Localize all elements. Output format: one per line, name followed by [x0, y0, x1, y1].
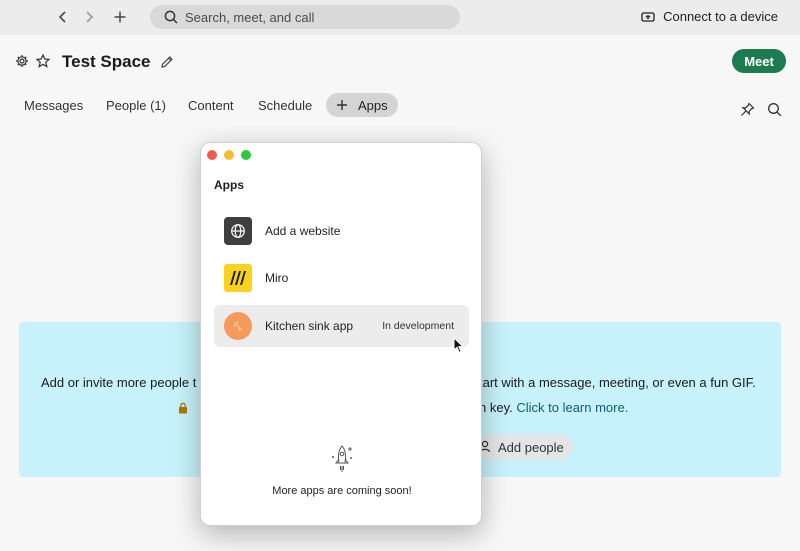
meet-button[interactable]: Meet	[732, 49, 786, 73]
tab-people[interactable]: People (1)	[106, 98, 166, 113]
app-item-label: Kitchen sink app	[265, 319, 354, 333]
banner-secure-text: n key. Click to learn more.	[479, 400, 628, 415]
add-people-button[interactable]: Add people	[472, 434, 573, 460]
search-bar[interactable]	[150, 5, 460, 29]
add-people-label: Add people	[498, 439, 564, 455]
banner-text-left: Add or invite more people t	[41, 375, 197, 390]
status-badge: In development	[382, 320, 454, 332]
connect-label: Connect to a device	[663, 9, 778, 24]
plus-icon	[337, 100, 347, 110]
search-icon	[164, 10, 178, 24]
kitchen-sink-icon	[224, 312, 252, 340]
pin-icon[interactable]	[740, 102, 755, 117]
lock-icon	[177, 401, 189, 414]
apps-popup-window: Apps Add a website Miro Kitchen sink app…	[200, 142, 482, 526]
app-item-miro[interactable]: Miro	[214, 257, 469, 299]
app-item-label: Add a website	[265, 224, 341, 238]
app-item-label: Miro	[265, 271, 289, 285]
banner-text-right: tart with a message, meeting, or even a …	[479, 375, 756, 390]
maximize-window-button[interactable]	[241, 150, 251, 160]
tab-apps-label: Apps	[358, 97, 388, 113]
minimize-window-button[interactable]	[224, 150, 234, 160]
coming-soon-text: More apps are coming soon!	[272, 485, 412, 497]
back-arrow-icon[interactable]	[54, 8, 72, 26]
title-bar: Connect to a device	[0, 0, 800, 35]
close-window-button[interactable]	[207, 150, 217, 160]
app-item-kitchen-sink[interactable]: Kitchen sink app In development	[214, 305, 469, 347]
page-title: Test Space	[62, 52, 151, 71]
miro-logo-icon	[224, 264, 252, 292]
connect-to-device-button[interactable]: Connect to a device	[641, 9, 778, 24]
globe-icon	[224, 217, 252, 245]
gear-icon[interactable]	[15, 54, 29, 68]
banner-secure-fragment: n key.	[479, 400, 513, 415]
learn-more-link[interactable]: Click to learn more.	[516, 400, 628, 415]
mouse-cursor-icon	[453, 337, 465, 354]
forward-arrow-icon[interactable]	[80, 8, 98, 26]
rocket-icon	[332, 445, 352, 472]
tab-messages[interactable]: Messages	[24, 98, 83, 113]
star-icon[interactable]	[35, 53, 51, 68]
app-item-add-website[interactable]: Add a website	[214, 210, 469, 252]
pencil-edit-icon[interactable]	[160, 55, 174, 69]
tab-apps[interactable]: Apps	[326, 93, 398, 117]
tab-content[interactable]: Content	[188, 98, 234, 113]
device-connect-icon	[641, 11, 655, 22]
tab-schedule[interactable]: Schedule	[258, 98, 312, 113]
plus-icon[interactable]	[111, 8, 129, 26]
popup-title: Apps	[214, 178, 244, 192]
search-icon[interactable]	[767, 102, 782, 117]
search-input[interactable]	[185, 9, 445, 25]
